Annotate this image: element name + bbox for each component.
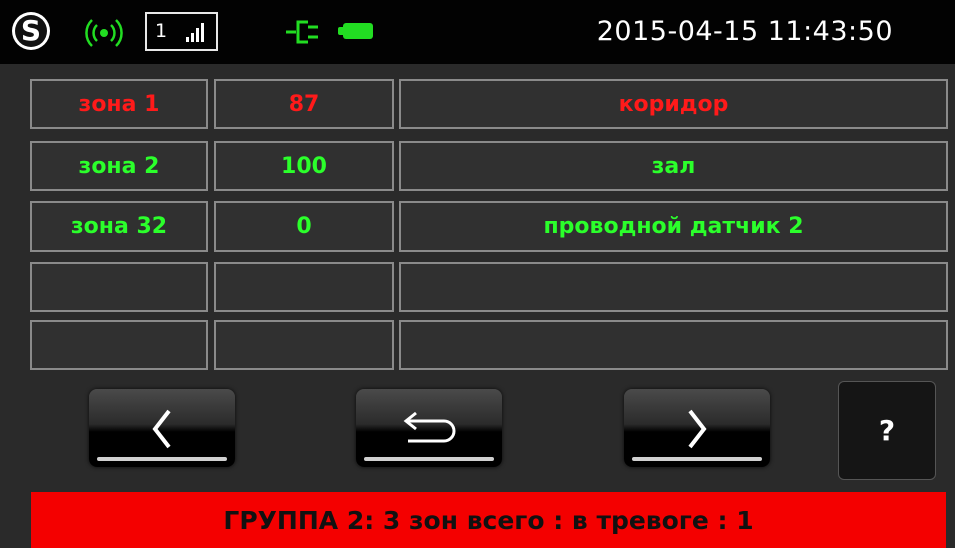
- return-arrow-icon: [403, 411, 456, 443]
- cellular-signal-icon: [186, 23, 204, 42]
- zone-name-cell: проводной датчик 2: [399, 201, 948, 252]
- zone-value-cell: 0: [214, 201, 394, 252]
- zone-name-cell: [399, 262, 948, 312]
- battery-icon: [338, 23, 373, 39]
- group-status-bar: ГРУППА 2: 3 зон всего : в тревоге : 1: [31, 492, 946, 548]
- power-plug-icon: [286, 20, 318, 44]
- zone-value-cell: 100: [214, 141, 394, 191]
- radio-signal-icon: [85, 19, 123, 47]
- zone-value-cell: [214, 262, 394, 312]
- back-button[interactable]: [356, 389, 502, 467]
- signal-indicator: 1: [145, 12, 218, 51]
- help-button[interactable]: ?: [838, 381, 936, 480]
- logo-icon[interactable]: S: [12, 12, 50, 50]
- zone-name-cell: коридор: [399, 79, 948, 129]
- chevron-right-icon: [688, 409, 707, 449]
- zone-name-cell: зал: [399, 141, 948, 191]
- prev-page-button[interactable]: [89, 389, 235, 467]
- zone-name-cell: [399, 320, 948, 370]
- logo-letter: S: [15, 15, 47, 47]
- signal-label: 1: [155, 20, 168, 42]
- status-bar: S 1 2015-04-15 11:43:50: [0, 0, 955, 64]
- help-label: ?: [878, 414, 896, 447]
- group-status-text: ГРУППА 2: 3 зон всего : в тревоге : 1: [223, 505, 754, 535]
- zone-id-cell: [30, 262, 208, 312]
- zone-id-cell: зона 32: [30, 201, 208, 252]
- next-page-button[interactable]: [624, 389, 770, 467]
- zone-id-cell: [30, 320, 208, 370]
- zone-value-cell: [214, 320, 394, 370]
- zone-id-cell: зона 1: [30, 79, 208, 129]
- chevron-left-icon: [152, 409, 171, 449]
- zone-id-cell: зона 2: [30, 141, 208, 191]
- datetime-display: 2015-04-15 11:43:50: [596, 16, 893, 47]
- zone-value-cell: 87: [214, 79, 394, 129]
